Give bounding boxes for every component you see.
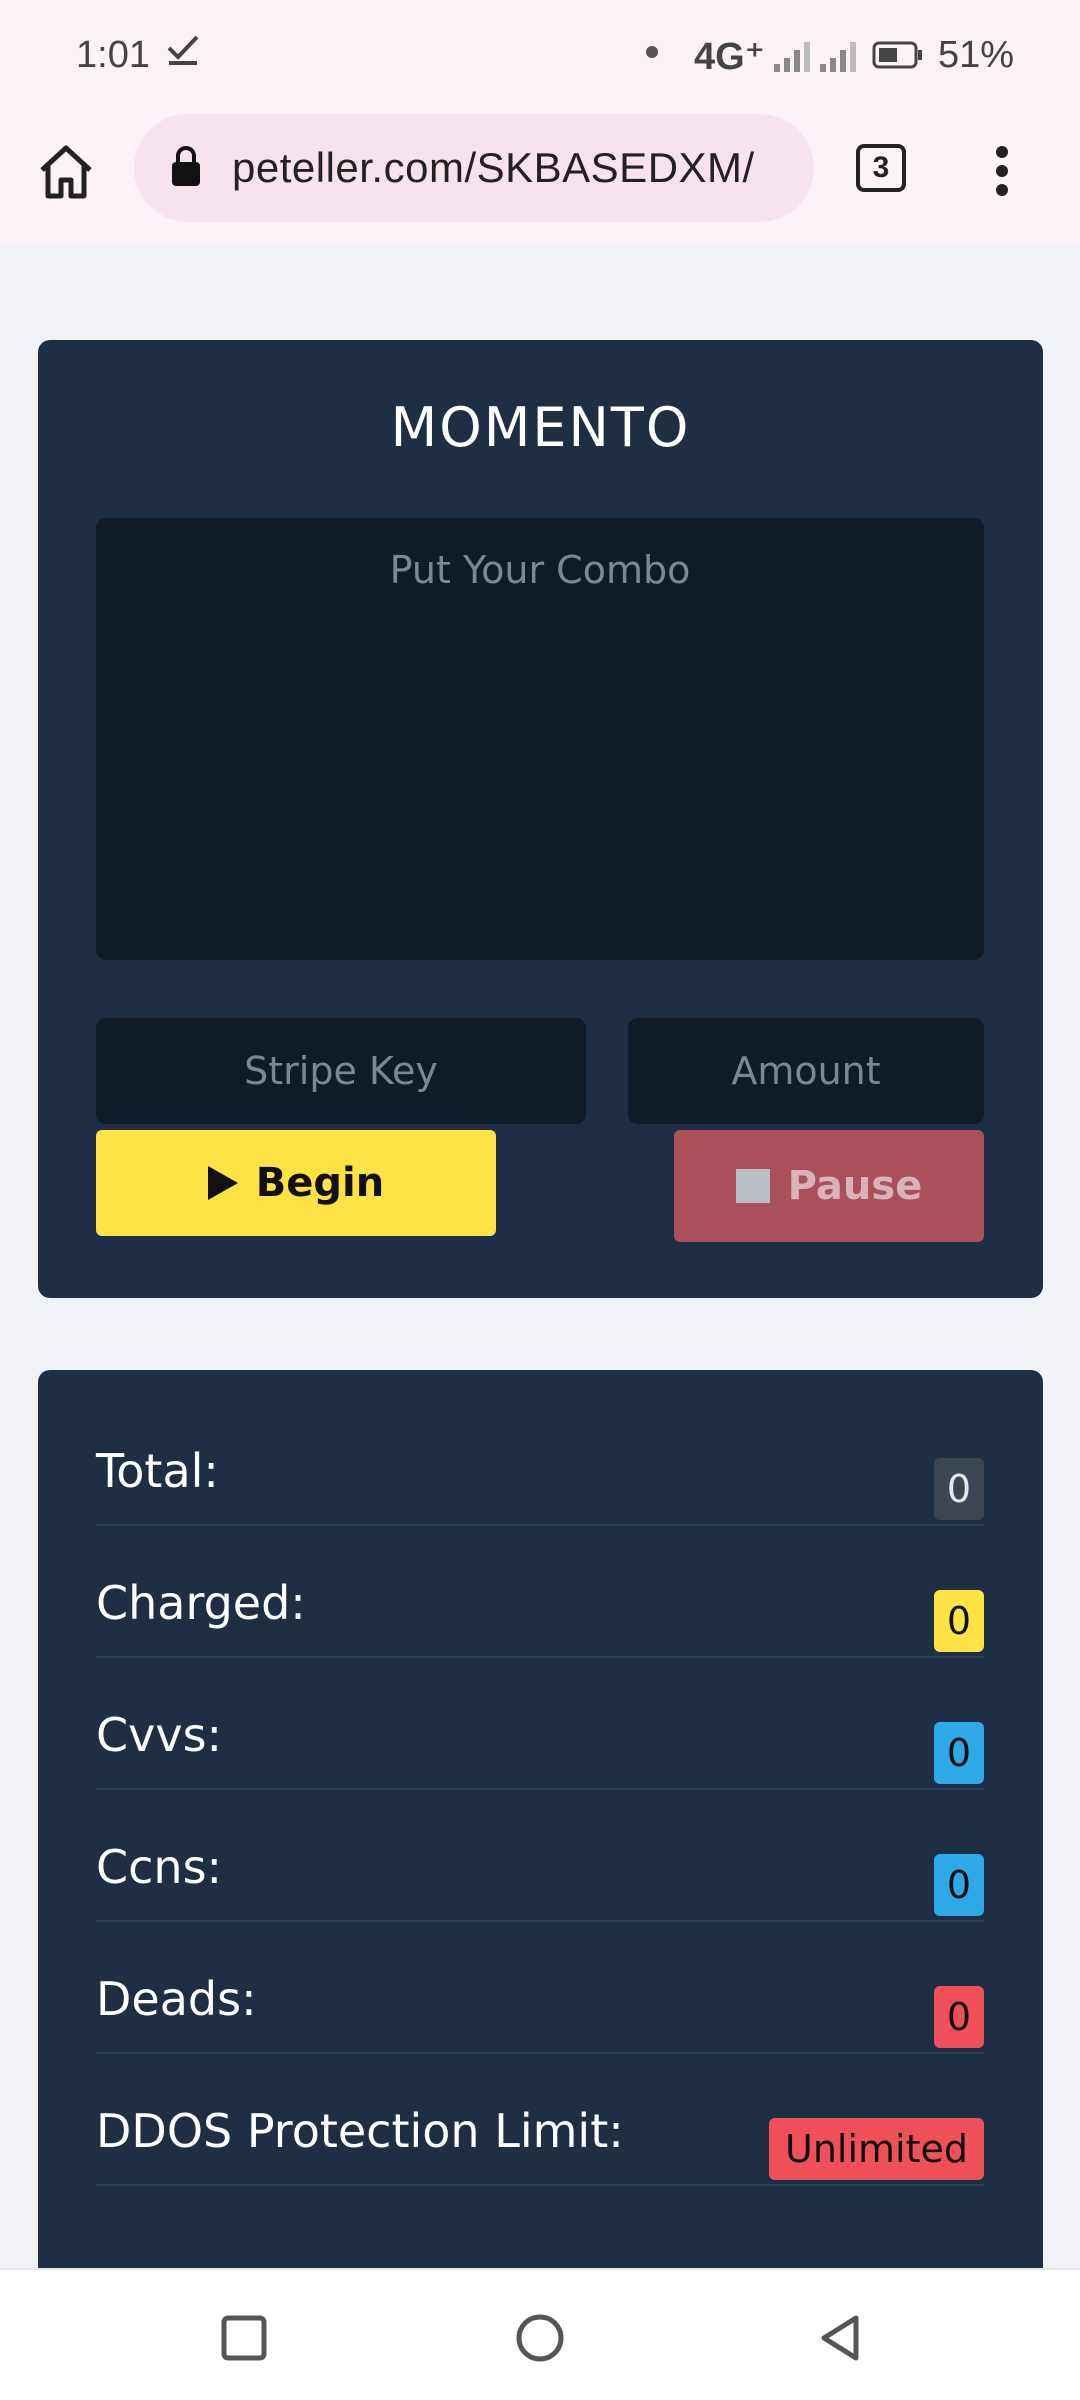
begin-label: Begin <box>255 1160 385 1206</box>
stat-label: Total: <box>96 1444 219 1498</box>
stat-label: DDOS Protection Limit: <box>96 2104 624 2158</box>
begin-button[interactable]: Begin <box>96 1130 496 1236</box>
tab-switcher-button[interactable]: 3 <box>856 144 906 192</box>
recent-apps-icon[interactable] <box>216 2310 272 2366</box>
stat-row-total: Total: 0 <box>96 1394 984 1526</box>
url-text: peteller.com/SKBASEDXM/ <box>232 144 755 191</box>
status-badge: Unlimited <box>769 2118 984 2180</box>
checker-card: MOMENTO Begin Pause <box>38 340 1043 1298</box>
status-badge: 0 <box>934 1986 984 2048</box>
stat-label: Charged: <box>96 1576 306 1630</box>
status-badge: 0 <box>934 1590 984 1652</box>
status-badge: 0 <box>934 1854 984 1916</box>
more-options-icon[interactable] <box>990 146 1014 196</box>
amount-input[interactable] <box>628 1018 984 1124</box>
status-badge: 0 <box>934 1458 984 1520</box>
lock-icon <box>172 146 200 186</box>
stat-row-ccns: Ccns: 0 <box>96 1790 984 1922</box>
stat-row-deads: Deads: 0 <box>96 1922 984 2054</box>
checkmark-icon <box>167 35 199 65</box>
battery-icon <box>872 41 922 69</box>
stat-row-charged: Charged: 0 <box>96 1526 984 1658</box>
stat-label: Cvvs: <box>96 1708 223 1762</box>
system-nav-bar <box>0 2268 1080 2400</box>
stat-label: Deads: <box>96 1972 257 2026</box>
pause-button[interactable]: Pause <box>674 1130 984 1242</box>
stat-row-ddos: DDOS Protection Limit: Unlimited <box>96 2054 984 2186</box>
stat-label: Ccns: <box>96 1840 223 1894</box>
signal-icon <box>774 42 856 72</box>
browser-toolbar: peteller.com/SKBASEDXM/ 3 <box>0 110 1080 244</box>
back-icon[interactable] <box>812 2310 868 2366</box>
notification-dot-icon <box>646 46 658 58</box>
status-bar: 1:01 4G⁺ 51% <box>0 0 1080 110</box>
page-title: MOMENTO <box>390 396 691 459</box>
stat-row-cvvs: Cvvs: 0 <box>96 1658 984 1790</box>
status-badge: 0 <box>934 1722 984 1784</box>
combo-textarea[interactable] <box>96 518 984 960</box>
pause-label: Pause <box>787 1163 923 1209</box>
home-icon[interactable] <box>34 140 98 204</box>
play-icon <box>207 1166 238 1200</box>
status-time: 1:01 <box>76 34 150 76</box>
address-bar[interactable]: peteller.com/SKBASEDXM/ <box>134 114 814 222</box>
network-type: 4G⁺ <box>694 36 765 78</box>
stripe-key-input[interactable] <box>96 1018 586 1124</box>
stop-icon <box>735 1169 770 1203</box>
battery-percent: 51% <box>938 34 1015 76</box>
stats-card: Total: 0 Charged: 0 Cvvs: 0 Ccns: 0 Dead… <box>38 1370 1043 2400</box>
home-circle-icon[interactable] <box>512 2310 568 2366</box>
